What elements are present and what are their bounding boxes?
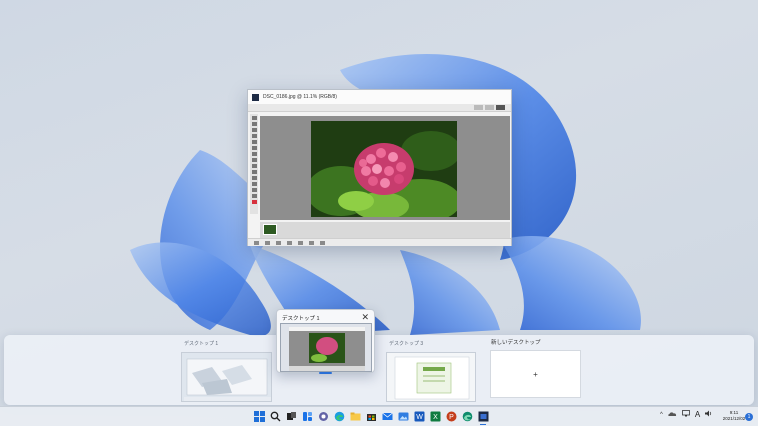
- hand-tool-icon[interactable]: [251, 128, 257, 132]
- chat-icon[interactable]: [317, 410, 329, 422]
- network-icon[interactable]: [681, 410, 690, 419]
- clone-tool-icon[interactable]: [251, 194, 257, 198]
- photo-bin-icon[interactable]: [254, 240, 259, 245]
- desktop-3-label: デスクトップ 3: [389, 341, 424, 347]
- marquee-tool-icon[interactable]: [251, 140, 257, 144]
- notification-badge[interactable]: 1: [745, 413, 753, 421]
- brush-tool-icon[interactable]: [251, 152, 257, 156]
- clock-date: 2021/12/02: [722, 416, 746, 421]
- tool-options-icon[interactable]: [265, 240, 270, 245]
- app-menubar: [248, 104, 511, 112]
- photo-bin-thumbnail[interactable]: [263, 224, 277, 235]
- app-taskbar: [248, 238, 511, 246]
- new-desktop-button[interactable]: +: [490, 350, 581, 398]
- desktop-1-preview: [182, 353, 271, 401]
- desktop-2-preview: [281, 324, 371, 371]
- start-icon[interactable]: [253, 410, 265, 422]
- layout-icon[interactable]: [309, 240, 314, 245]
- edge-dev-icon[interactable]: [461, 410, 473, 422]
- current-desktop-indicator: [319, 372, 332, 374]
- eyedropper-tool-icon[interactable]: [251, 134, 257, 138]
- ime-indicator[interactable]: A: [695, 410, 700, 419]
- desktop-2-thumbnail[interactable]: [280, 323, 372, 372]
- shape-tool-icon[interactable]: [251, 176, 257, 180]
- taskbar: W X P ^ A 9:11 2021/12/02 1: [0, 406, 758, 426]
- text-tool-icon[interactable]: [251, 164, 257, 168]
- lasso-tool-icon[interactable]: [251, 146, 257, 150]
- foreground-color-icon[interactable]: [251, 200, 257, 204]
- desktop-2[interactable]: デスクトップ 1 ✕: [276, 309, 375, 373]
- photoshop-elements-icon[interactable]: [477, 410, 489, 425]
- svg-text:X: X: [433, 414, 438, 421]
- file-explorer-icon[interactable]: [349, 410, 361, 422]
- photoshop-elements-app-icon: [252, 93, 259, 101]
- powerpoint-icon[interactable]: P: [445, 410, 457, 422]
- app-body: [248, 112, 511, 246]
- app-window-title: DSC_0186.jpg @ 11.1% (RGB/8): [263, 94, 337, 100]
- move-tool-icon[interactable]: [251, 116, 257, 120]
- excel-icon[interactable]: X: [429, 410, 441, 422]
- image-canvas[interactable]: [260, 116, 510, 220]
- new-desktop-label: 新しいデスクトップ: [491, 340, 541, 346]
- mode-button-quick[interactable]: [474, 105, 483, 110]
- photos-icon[interactable]: [397, 410, 409, 422]
- svg-text:P: P: [449, 414, 454, 421]
- svg-text:W: W: [416, 414, 423, 421]
- task-view-icon[interactable]: [285, 410, 297, 422]
- edge-icon[interactable]: [333, 410, 345, 422]
- volume-icon[interactable]: [705, 410, 713, 419]
- photo-bin: [260, 222, 510, 238]
- taskbar-apps: W X P: [253, 410, 489, 425]
- hydrangea-photo: [311, 121, 457, 217]
- photo-editor-window[interactable]: DSC_0186.jpg @ 11.1% (RGB/8): [247, 89, 512, 246]
- chevron-up-icon[interactable]: ^: [660, 412, 663, 418]
- mode-button-expert[interactable]: [496, 105, 505, 110]
- system-tray: ^ A: [660, 410, 713, 419]
- mail-icon[interactable]: [381, 410, 393, 422]
- app-titlebar[interactable]: DSC_0186.jpg @ 11.1% (RGB/8): [248, 90, 511, 104]
- zoom-tool-icon[interactable]: [251, 122, 257, 126]
- close-desktop-icon[interactable]: ✕: [361, 311, 369, 323]
- widgets-icon[interactable]: [301, 410, 313, 422]
- store-icon[interactable]: [365, 410, 377, 422]
- blur-tool-icon[interactable]: [251, 182, 257, 186]
- undo-icon[interactable]: [276, 240, 281, 245]
- desktop-3-preview: [387, 353, 475, 401]
- desktop-2-label: デスクトップ 1: [282, 316, 320, 322]
- onedrive-icon[interactable]: [668, 411, 677, 419]
- desktop-3-thumbnail[interactable]: [386, 352, 476, 402]
- eraser-tool-icon[interactable]: [251, 158, 257, 162]
- mode-buttons: [474, 105, 505, 110]
- crop-tool-icon[interactable]: [251, 170, 257, 174]
- search-icon[interactable]: [269, 410, 281, 422]
- word-icon[interactable]: W: [413, 410, 425, 422]
- organizer-icon[interactable]: [320, 240, 325, 245]
- running-indicator: [480, 424, 486, 425]
- sponge-tool-icon[interactable]: [251, 188, 257, 192]
- rotate-icon[interactable]: [298, 240, 303, 245]
- virtual-desktops-panel: デスクトップ 1 デスクトップ 3 新しいデスクトップ +: [4, 335, 754, 405]
- redo-icon[interactable]: [287, 240, 292, 245]
- desktop-1-label: デスクトップ 1: [184, 341, 219, 347]
- plus-icon: +: [533, 369, 538, 379]
- mode-button-guided[interactable]: [485, 105, 494, 110]
- desktop-1-thumbnail[interactable]: [181, 352, 272, 402]
- clock[interactable]: 9:11 2021/12/02: [722, 410, 746, 422]
- tools-panel: [250, 114, 258, 214]
